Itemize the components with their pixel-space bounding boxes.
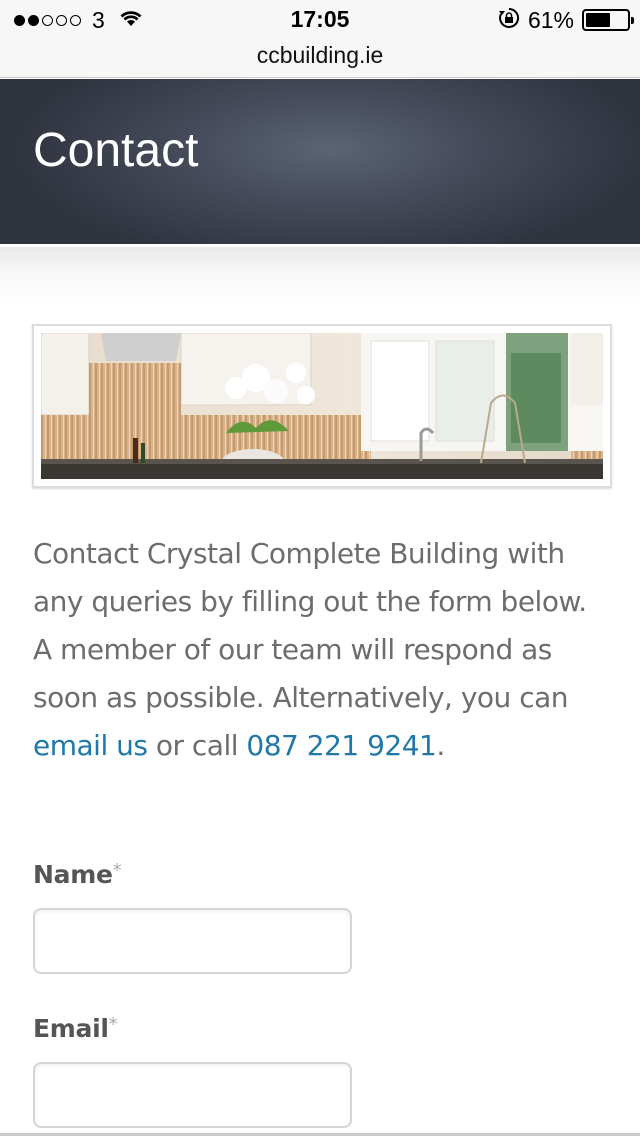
required-mark: *: [108, 1014, 118, 1035]
banner-image: [32, 324, 612, 488]
page-header: Contact: [0, 79, 640, 244]
kitchen-photo: [41, 333, 603, 479]
battery-fill: [586, 13, 611, 27]
intro-text-end: .: [436, 729, 445, 762]
address-bar[interactable]: ccbuilding.ie: [0, 40, 640, 78]
email-label: Email*: [33, 1014, 118, 1043]
url-text[interactable]: ccbuilding.ie: [257, 42, 384, 68]
intro-text: Contact Crystal Complete Building with a…: [33, 537, 587, 714]
battery-percent: 61%: [527, 6, 574, 33]
battery-icon: [582, 9, 634, 31]
name-label-text: Name: [33, 860, 113, 889]
header-divider: [0, 244, 640, 304]
name-field[interactable]: [33, 908, 352, 974]
email-label-text: Email: [33, 1014, 109, 1043]
intro-text-mid: or call: [147, 729, 247, 762]
status-right: 61%: [498, 6, 634, 34]
phone-link[interactable]: 087 221 9241: [246, 729, 436, 762]
rotation-lock-icon: [498, 7, 520, 34]
status-bar: 3 17:05 61%: [0, 0, 640, 40]
name-label: Name*: [33, 860, 122, 889]
email-us-link[interactable]: email us: [33, 729, 148, 762]
page-title: Contact: [33, 124, 199, 177]
email-field[interactable]: [33, 1062, 352, 1128]
intro-paragraph: Contact Crystal Complete Building with a…: [33, 530, 613, 770]
required-mark: *: [112, 860, 122, 881]
